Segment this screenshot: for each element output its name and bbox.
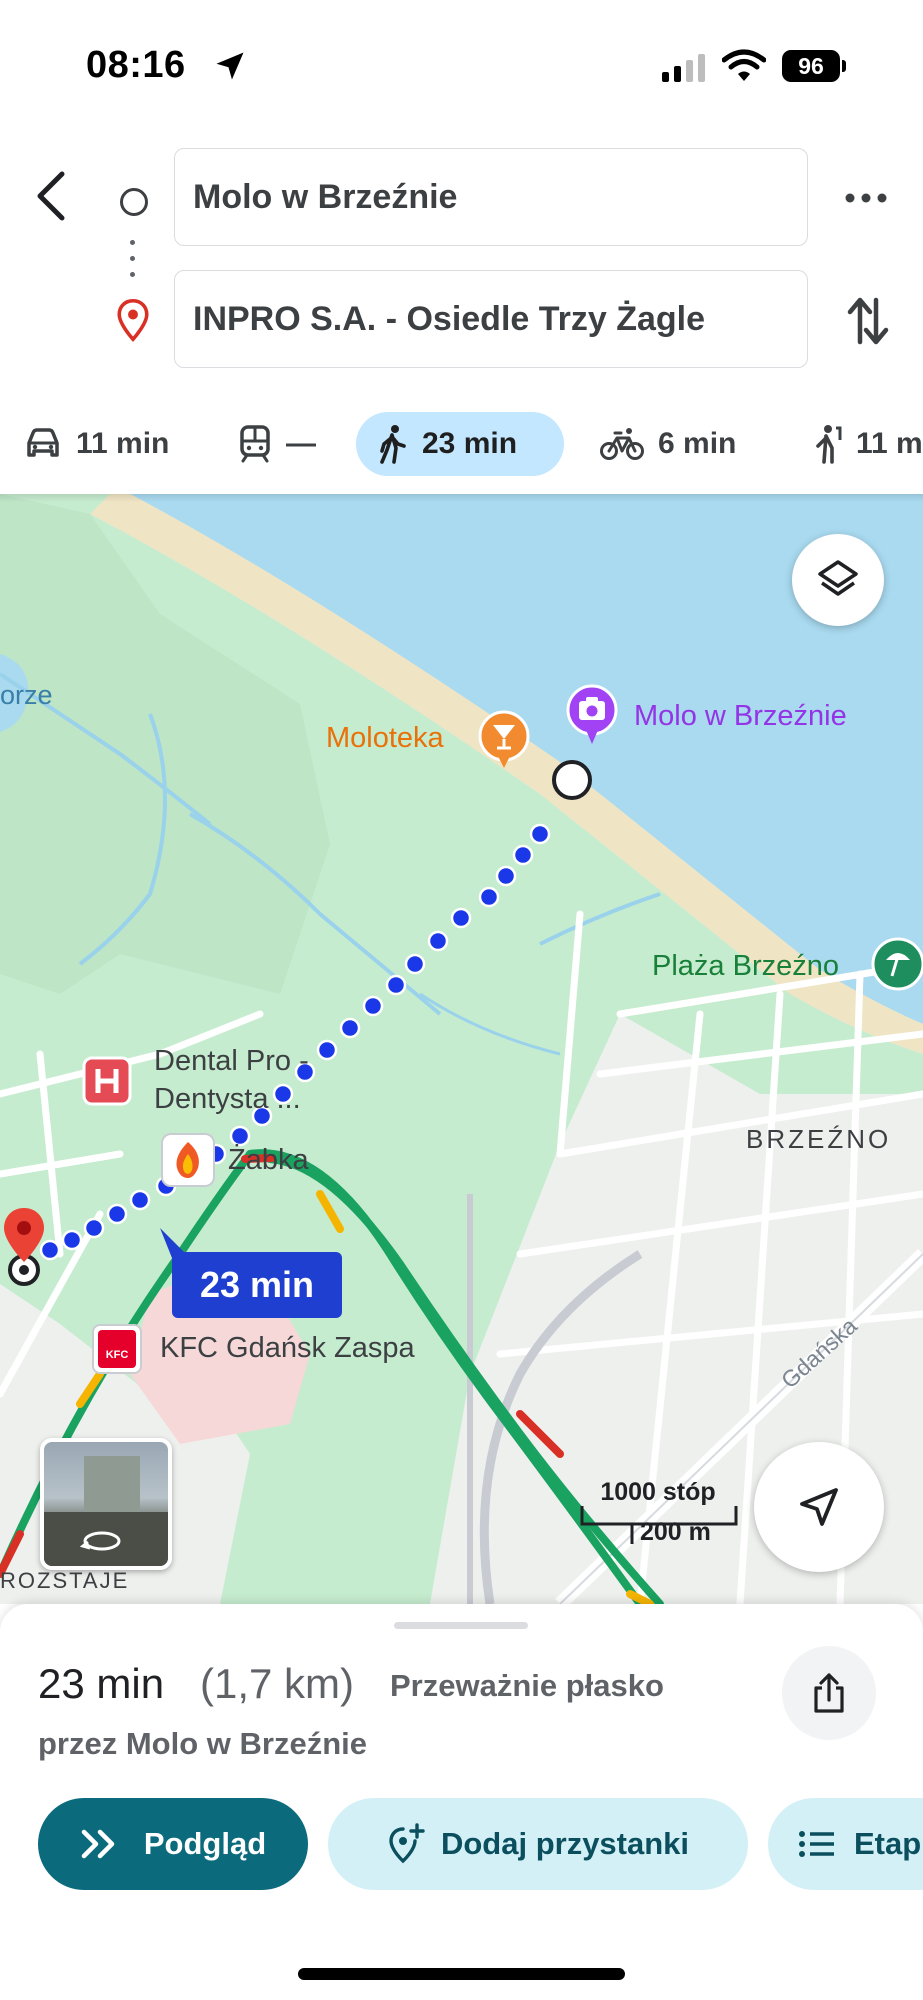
steps-button[interactable]: Etap (768, 1798, 923, 1890)
hospital-poi-icon[interactable] (82, 1056, 132, 1106)
mode-car-label: 11 min (76, 427, 170, 460)
bike-icon (600, 428, 644, 460)
recenter-button[interactable] (754, 1442, 884, 1572)
more-options-icon[interactable] (844, 186, 888, 210)
street-view-thumbnail[interactable] (40, 1438, 172, 1570)
steps-label: Etap (854, 1826, 922, 1861)
preview-label: Podgląd (143, 1826, 267, 1861)
route-via: przez Molo w Brzeźnie (38, 1726, 367, 1761)
walk-icon (380, 425, 406, 464)
battery-tip (842, 60, 846, 72)
mode-bike[interactable]: 6 min (600, 412, 736, 476)
origin-circle-icon (120, 188, 148, 216)
cellular-signal-icon (662, 54, 705, 82)
kfc-poi-icon[interactable]: KFC (92, 1324, 142, 1374)
beach-poi-icon[interactable] (870, 936, 923, 992)
mode-walk[interactable]: 23 min (356, 412, 564, 476)
add-stops-button[interactable]: Dodaj przystanki (328, 1798, 748, 1890)
route-connector-dot (130, 256, 135, 261)
list-icon (799, 1831, 834, 1857)
poi-dental-line2: Dentysta ... (154, 1083, 301, 1115)
route-connector-dot (130, 272, 135, 277)
map-view[interactable]: orze Moloteka Molo w Brzeźnie Plaża Brze… (0, 494, 923, 1604)
kfc-logo-text: KFC (98, 1330, 136, 1368)
destination-input[interactable]: INPRO S.A. - Osiedle Trzy Żagle (174, 270, 808, 368)
train-icon (240, 425, 270, 463)
bar-poi-icon[interactable] (476, 710, 532, 772)
route-connector-dot (130, 240, 135, 245)
rotate-360-icon (80, 1531, 121, 1551)
map-label-orze: orze (0, 680, 53, 710)
poi-moloteka-label[interactable]: Moloteka (326, 722, 444, 755)
mode-ride-label: 11 m (856, 427, 923, 460)
layers-button[interactable] (792, 534, 884, 626)
status-time: 08:16 (86, 44, 186, 86)
map-label-rozstaje: ROZSTAJE (0, 1568, 130, 1593)
layers-icon (818, 560, 858, 596)
mode-car[interactable]: 11 min (24, 412, 169, 476)
destination-pin-icon (117, 298, 149, 342)
swap-directions-icon[interactable] (846, 294, 890, 348)
map-label-brzezno: BRZEŹNO (746, 1124, 892, 1154)
poi-molo-label[interactable]: Molo w Brzeźnie (634, 700, 847, 733)
preview-button[interactable]: Podgląd (38, 1798, 308, 1890)
destination-marker-icon[interactable] (0, 1206, 56, 1286)
route-duration: 23 min (38, 1660, 165, 1707)
poi-plaza-label[interactable]: Plaża Brzeźno (652, 950, 839, 983)
back-arrow-icon[interactable] (30, 170, 74, 222)
share-button[interactable] (782, 1646, 876, 1740)
share-icon (814, 1673, 844, 1713)
wifi-icon (722, 49, 766, 81)
sheet-drag-handle[interactable] (394, 1622, 528, 1629)
zabka-shop-icon[interactable] (160, 1132, 216, 1188)
mode-transit[interactable]: — (238, 412, 316, 476)
mode-walk-label: 23 min (422, 427, 518, 460)
origin-input[interactable]: Molo w Brzeźnie (174, 148, 808, 246)
mode-transit-label: — (286, 427, 316, 460)
home-indicator[interactable] (298, 1968, 625, 1980)
poi-kfc-label[interactable]: KFC Gdańsk Zaspa (160, 1332, 415, 1365)
camera-poi-icon[interactable] (564, 684, 620, 748)
navigation-arrow-icon (800, 1488, 838, 1526)
poi-zabka-label[interactable]: Żabka (228, 1144, 309, 1177)
poi-dental-label[interactable]: Dental Pro - Dentysta ... (154, 1042, 309, 1118)
add-stop-pin-icon (389, 1823, 425, 1864)
ride-icon (816, 425, 842, 464)
route-time-badge[interactable]: 23 min (172, 1252, 342, 1318)
poi-dental-line1: Dental Pro - (154, 1045, 309, 1077)
map-top-shadow (0, 494, 923, 502)
scale-feet: 1000 stóp (600, 1478, 716, 1506)
double-chevron-icon (81, 1829, 115, 1859)
car-icon (27, 428, 59, 457)
mode-bike-label: 6 min (658, 427, 737, 460)
mode-ride[interactable]: 11 m (810, 412, 923, 476)
route-terrain: Przeważnie płasko (390, 1668, 664, 1703)
add-stops-label: Dodaj przystanki (440, 1826, 690, 1861)
route-distance: (1,7 km) (200, 1660, 355, 1707)
scale-meters: 200 m (640, 1518, 711, 1546)
route-start-marker (552, 760, 592, 800)
battery-indicator: 96 (782, 50, 840, 82)
location-arrow-icon (216, 52, 244, 80)
